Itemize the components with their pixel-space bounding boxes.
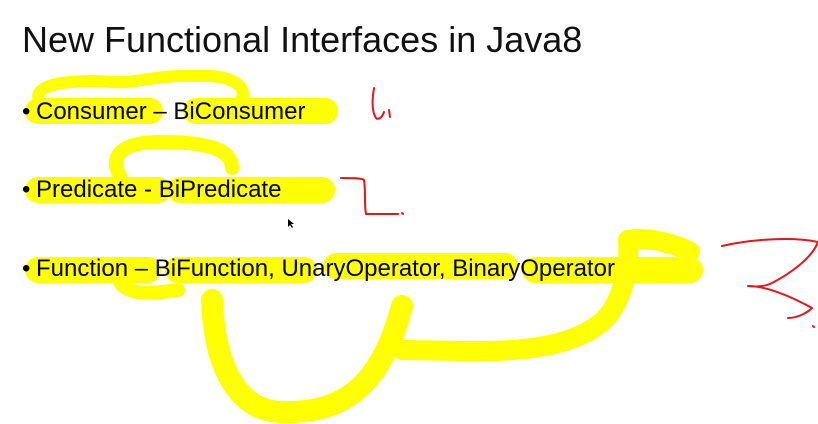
page-title: New Functional Interfaces in Java8 (22, 19, 583, 60)
highlighter-annotations (25, 69, 703, 424)
bullet-item-function: • Function – BiFunction, UnaryOperator, B… (22, 254, 615, 284)
mouse-cursor-icon (288, 219, 294, 228)
bullet-dot: • (22, 255, 31, 282)
highlight-big-curve (201, 289, 413, 424)
bullet-text: Consumer – BiConsumer (36, 98, 306, 125)
bullet-dot: • (22, 98, 31, 125)
highlight-loop-mid (108, 135, 239, 183)
bullet-item-consumer: • Consumer – BiConsumer (22, 97, 305, 127)
bullet-text: Predicate - BiPredicate (36, 176, 282, 203)
bullet-item-predicate: • Predicate - BiPredicate (22, 175, 281, 205)
slide: New Functional Interfaces in Java8 • Cons… (0, 0, 818, 424)
bullet-text: Function – BiFunction, UnaryOperator, Bi… (36, 255, 615, 282)
bullet-dot: • (22, 176, 31, 203)
